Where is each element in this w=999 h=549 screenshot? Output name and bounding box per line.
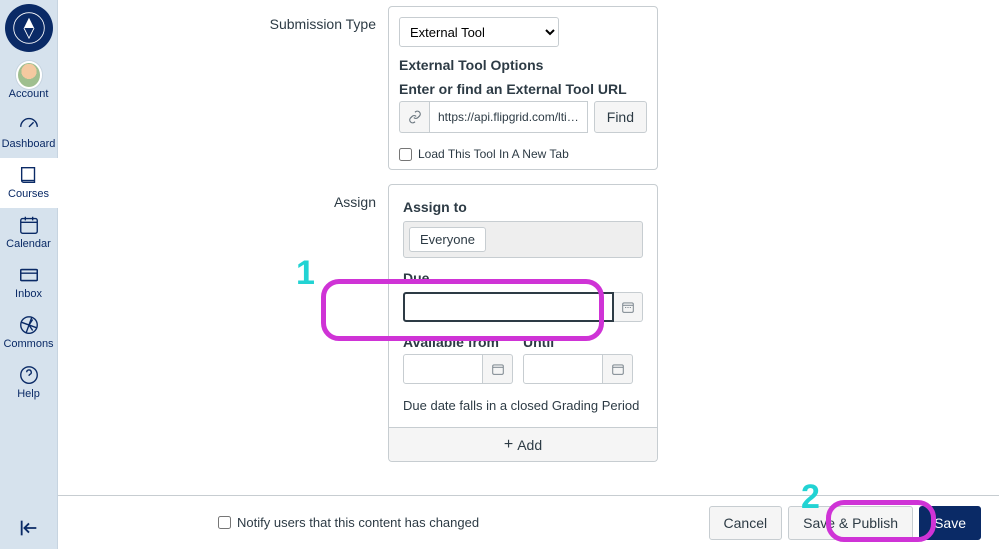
school-logo[interactable] [5,4,53,52]
due-calendar-button[interactable] [614,292,643,322]
assign-to-field[interactable]: Everyone [403,221,643,258]
new-tab-row[interactable]: Load This Tool In A New Tab [399,147,647,161]
nav-courses[interactable]: Courses [0,158,58,208]
cancel-button[interactable]: Cancel [709,506,783,540]
notify-label: Notify users that this content has chang… [237,515,479,530]
find-button[interactable]: Find [594,101,647,133]
due-date-input[interactable] [403,292,614,322]
until-label: Until [523,334,633,350]
avatar-icon [16,64,42,86]
assign-to-token[interactable]: Everyone [409,227,486,252]
new-tab-label: Load This Tool In A New Tab [418,147,569,161]
dashboard-icon [16,114,42,136]
grading-period-warning: Due date falls in a closed Grading Perio… [403,398,643,413]
assign-box: Assign to Everyone Due Available from [388,184,658,462]
due-label: Due [403,270,643,286]
available-from-input[interactable] [403,354,483,384]
nav-label: Account [9,88,49,100]
book-icon [16,164,42,186]
new-tab-checkbox[interactable] [399,148,412,161]
submission-type-select[interactable]: External Tool [399,17,559,47]
main-content: Submission Type External Tool External T… [58,0,999,549]
until-input[interactable] [523,354,603,384]
add-button[interactable]: + Add [389,427,657,461]
notify-checkbox[interactable] [218,516,231,529]
external-tool-url-label: Enter or find an External Tool URL [399,81,647,97]
nav-label: Calendar [6,238,51,250]
nav-calendar[interactable]: Calendar [0,208,58,258]
notify-row[interactable]: Notify users that this content has chang… [218,515,479,530]
nav-commons[interactable]: Commons [0,308,58,358]
plus-icon: + [504,437,513,453]
nav-label: Courses [8,188,49,200]
submission-type-label: Submission Type [58,6,388,32]
footer-bar: Notify users that this content has chang… [58,495,999,549]
available-from-calendar-button[interactable] [483,354,513,384]
nav-collapse[interactable] [0,507,58,549]
help-icon [16,364,42,386]
nav-dashboard[interactable]: Dashboard [0,108,58,158]
save-button[interactable]: Save [919,506,981,540]
assign-label: Assign [58,184,388,210]
inbox-icon [16,264,42,286]
available-from-label: Available from [403,334,513,350]
global-nav: Account Dashboard Courses Calendar Inbox… [0,0,58,549]
nav-label: Commons [3,338,53,350]
nav-help[interactable]: Help [0,358,58,408]
nav-label: Dashboard [2,138,56,150]
external-tool-url-input[interactable] [429,101,588,133]
until-calendar-button[interactable] [603,354,633,384]
nav-account[interactable]: Account [0,58,58,108]
nav-inbox[interactable]: Inbox [0,258,58,308]
add-label: Add [517,437,542,453]
submission-type-box: External Tool External Tool Options Ente… [388,6,658,170]
link-icon-button[interactable] [399,101,429,133]
external-tool-heading: External Tool Options [399,57,647,73]
assign-to-label: Assign to [403,199,643,215]
calendar-icon [16,214,42,236]
nav-label: Help [17,388,40,400]
share-icon [16,314,42,336]
nav-label: Inbox [15,288,42,300]
save-publish-button[interactable]: Save & Publish [788,506,913,540]
